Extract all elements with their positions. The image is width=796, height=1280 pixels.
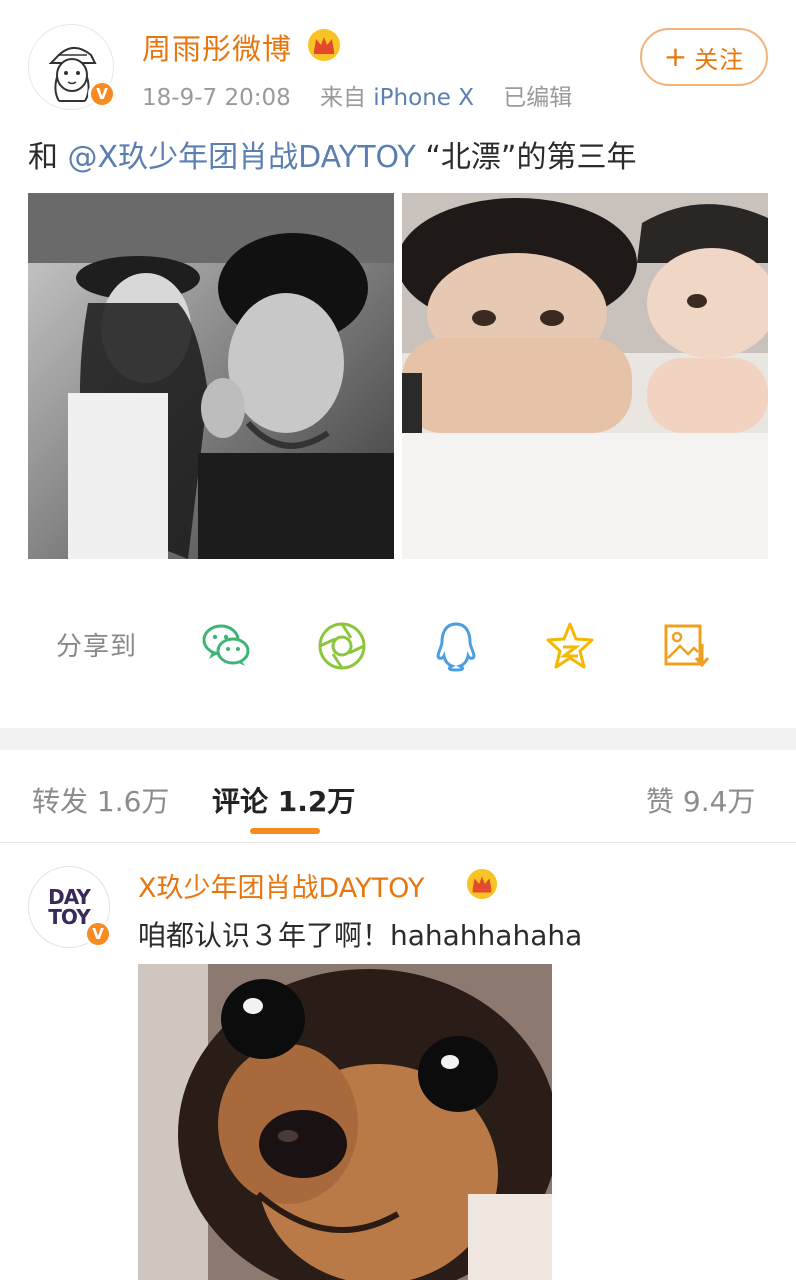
moments-icon[interactable]: [316, 620, 368, 672]
active-tab-indicator: [250, 828, 320, 834]
post-text: 和 @X玖少年团肖战DAYTOY “北漂”的第三年: [28, 132, 636, 176]
post-text-prefix: 和: [28, 140, 68, 175]
post-photo-1[interactable]: [28, 193, 394, 559]
wechat-icon[interactable]: [200, 620, 252, 672]
save-image-icon[interactable]: [660, 620, 712, 672]
post-source[interactable]: iPhone X: [373, 85, 474, 111]
post-text-suffix: “北漂”的第三年: [415, 140, 637, 175]
avatar-text-day: DAY: [48, 885, 91, 909]
tab-repost[interactable]: 转发 1.6万: [32, 780, 169, 820]
crown-icon: [466, 868, 498, 900]
post-time: 18-9-7 20:08: [142, 85, 291, 111]
share-label: 分享到: [56, 632, 138, 662]
tabs-divider: [0, 842, 796, 843]
post-mention-link[interactable]: @X玖少年团肖战DAYTOY: [68, 140, 416, 175]
follow-label: 关注: [694, 45, 745, 74]
post-photo-2[interactable]: [402, 193, 768, 559]
post-meta: 18-9-7 20:08 来自 iPhone X 已编辑: [142, 78, 572, 112]
post-user-name[interactable]: 周雨彤微博: [142, 26, 292, 68]
avatar-text-toy: TOY: [48, 905, 90, 929]
comment-user-name[interactable]: X玖少年团肖战DAYTOY: [138, 866, 424, 905]
crown-icon: [308, 29, 340, 61]
section-divider: [0, 728, 796, 750]
comment-avatar[interactable]: DAY TOY V: [28, 866, 112, 948]
verified-badge-icon: V: [84, 920, 112, 948]
comment-image[interactable]: [138, 964, 552, 1280]
verified-badge-icon: V: [88, 80, 116, 108]
plus-icon: +: [663, 40, 689, 73]
post-source-prefix: 来自: [319, 85, 366, 111]
post-avatar[interactable]: V: [28, 24, 116, 110]
post-edited-label[interactable]: 已编辑: [503, 85, 572, 111]
follow-button[interactable]: + 关注: [640, 28, 768, 86]
tab-likes[interactable]: 赞 9.4万: [646, 780, 755, 820]
comment-text: 咱都认识３年了啊！hahahhahaha: [138, 919, 583, 952]
qzone-icon[interactable]: [544, 620, 596, 672]
qq-icon[interactable]: [430, 620, 482, 672]
tab-comments[interactable]: 评论 1.2万: [212, 780, 355, 820]
